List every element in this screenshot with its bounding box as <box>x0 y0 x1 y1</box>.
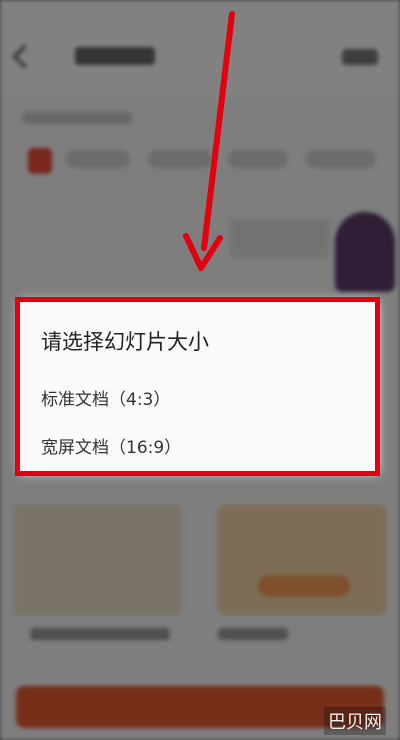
watermark-logo: 巴贝网 <box>324 707 386 735</box>
red-arrow-icon <box>183 11 235 271</box>
